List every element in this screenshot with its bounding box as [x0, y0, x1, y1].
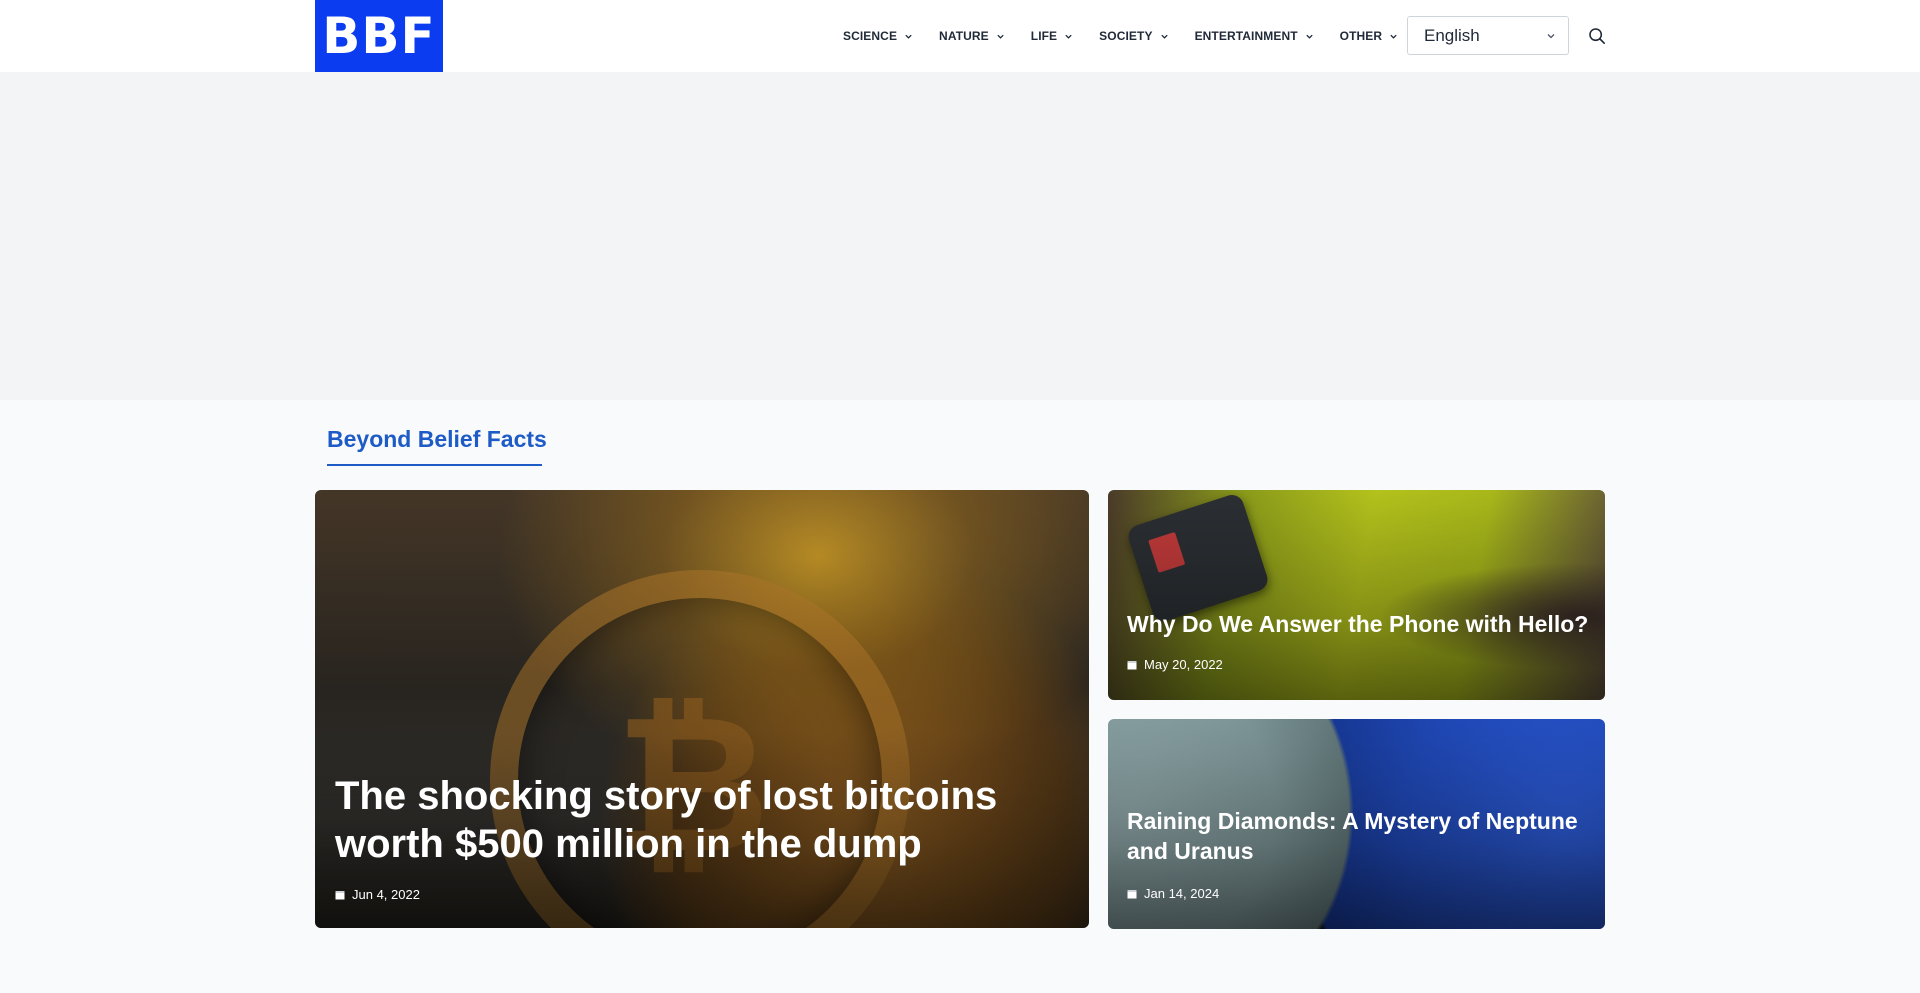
nav-item-label: SOCIETY: [1099, 29, 1153, 43]
nav-item-life[interactable]: LIFE: [1031, 29, 1073, 43]
language-select-value: English: [1424, 25, 1480, 45]
article-card[interactable]: Why Do We Answer the Phone with Hello? M…: [1108, 490, 1605, 700]
featured-article-card[interactable]: ₿ The shocking story of lost bitcoins wo…: [315, 490, 1089, 928]
site-logo[interactable]: BBF: [315, 0, 443, 72]
article-date: May 20, 2022: [1144, 657, 1223, 672]
logo-text: BBF: [322, 7, 436, 65]
section-title: Beyond Belief Facts: [327, 426, 547, 452]
site-header: BBF SCIENCE NATURE LIFE SOCIETY ENTERTAI…: [0, 0, 1920, 72]
article-title[interactable]: Raining Diamonds: A Mystery of Neptune a…: [1127, 806, 1597, 866]
nav-item-science[interactable]: SCIENCE: [843, 29, 913, 43]
chevron-down-icon: [997, 34, 1004, 39]
chevron-down-icon: [1305, 34, 1313, 39]
article-meta: Jan 14, 2024: [1127, 886, 1219, 901]
chevron-down-icon: [1160, 34, 1168, 39]
chevron-down-icon: [1065, 34, 1072, 39]
calendar-icon: [1127, 660, 1137, 669]
language-select[interactable]: English: [1407, 16, 1569, 55]
nav-item-nature[interactable]: NATURE: [939, 29, 1005, 43]
ad-banner-area: [0, 72, 1920, 400]
chevron-down-icon: [1547, 34, 1555, 39]
nav-item-other[interactable]: OTHER: [1340, 29, 1399, 43]
article-date: Jan 14, 2024: [1144, 886, 1220, 901]
article-title[interactable]: The shocking story of lost bitcoins wort…: [335, 772, 1055, 868]
nav-item-label: ENTERTAINMENT: [1194, 29, 1298, 43]
article-date: Jun 4, 2022: [352, 887, 420, 902]
calendar-icon: [1127, 889, 1137, 898]
article-meta: May 20, 2022: [1127, 657, 1223, 672]
chevron-down-icon: [905, 34, 912, 39]
nav-item-society[interactable]: SOCIETY: [1099, 29, 1168, 43]
nav-item-entertainment[interactable]: ENTERTAINMENT: [1195, 29, 1314, 43]
article-card[interactable]: Raining Diamonds: A Mystery of Neptune a…: [1108, 719, 1605, 929]
main-nav: SCIENCE NATURE LIFE SOCIETY ENTERTAINMEN…: [843, 0, 1424, 72]
search-icon[interactable]: [1588, 27, 1606, 45]
article-meta: Jun 4, 2022: [335, 887, 420, 902]
calendar-icon: [335, 890, 345, 899]
nav-item-label: SCIENCE: [843, 29, 898, 43]
article-title[interactable]: Why Do We Answer the Phone with Hello?: [1127, 609, 1597, 639]
nav-item-label: OTHER: [1339, 29, 1383, 43]
chevron-down-icon: [1390, 34, 1397, 39]
nav-item-label: NATURE: [939, 29, 989, 43]
section-title-underline: [327, 464, 542, 466]
nav-item-label: LIFE: [1030, 29, 1058, 43]
